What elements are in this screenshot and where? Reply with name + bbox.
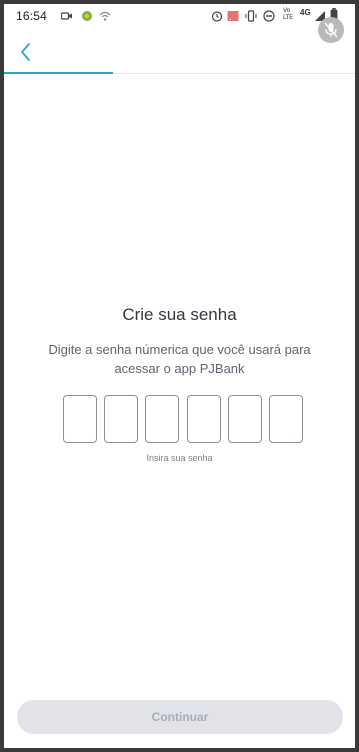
android-icon: [82, 11, 92, 21]
network-type: 4G: [300, 8, 311, 17]
dnd-icon: [263, 10, 275, 22]
page-title: Crie sua senha: [122, 305, 237, 324]
pin-digit-input[interactable]: [104, 395, 139, 443]
chevron-left-icon: [21, 43, 30, 61]
alarm-icon: [211, 11, 223, 22]
mic-off-icon: [324, 22, 338, 38]
page-subtitle: Digite a senha númerica que você usará p…: [48, 342, 311, 376]
network-label: Vo LTE: [283, 7, 293, 21]
pin-digit-input[interactable]: [227, 395, 262, 443]
status-time: 16:54: [16, 9, 48, 23]
status-bar: 16:54 Vo LTE 4G: [4, 4, 355, 30]
continue-button[interactable]: Continuar: [17, 700, 343, 734]
pin-digit-input[interactable]: [269, 395, 303, 443]
mic-off-button[interactable]: [318, 17, 344, 43]
vibrate-icon: [245, 10, 257, 22]
pin-digit-input[interactable]: [186, 395, 221, 443]
progress-fill: [4, 72, 113, 74]
cast-icon: [227, 11, 239, 21]
back-button[interactable]: [14, 40, 38, 64]
wifi-icon: [99, 11, 111, 21]
pin-input-row: [63, 395, 304, 443]
pin-hint: Insira sua senha: [146, 453, 213, 463]
pin-digit-input[interactable]: [145, 395, 180, 443]
pin-digit-input[interactable]: [63, 395, 97, 443]
video-icon: [61, 12, 72, 20]
screen: 16:54 Vo LTE 4G Crie sua senha Digite a …: [4, 4, 355, 748]
